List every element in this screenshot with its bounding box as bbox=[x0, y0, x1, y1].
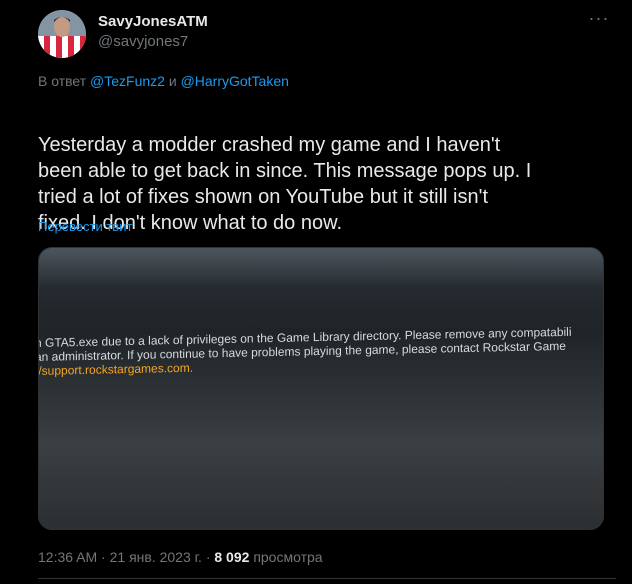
reply-mention-2[interactable]: @HarryGotTaken bbox=[181, 73, 289, 89]
reply-context: В ответ @TezFunz2 и @HarryGotTaken bbox=[38, 73, 289, 89]
tweet-meta: 12:36 AM · 21 янв. 2023 г. · 8 092 просм… bbox=[38, 549, 323, 565]
translate-tweet-link[interactable]: Перевести твит bbox=[38, 219, 132, 234]
reply-prefix: В ответ bbox=[38, 73, 87, 89]
author-display-name[interactable]: SavyJonesATM bbox=[98, 12, 208, 32]
more-options-button[interactable]: ··· bbox=[582, 8, 616, 34]
views-count: 8 092 bbox=[214, 549, 250, 565]
author-names: SavyJonesATM @savyjones7 bbox=[98, 12, 208, 52]
tweet-date[interactable]: 21 янв. 2023 г. bbox=[110, 549, 202, 565]
avatar-image bbox=[38, 10, 86, 58]
reply-conjunction: и bbox=[168, 73, 177, 89]
tweet-header: SavyJonesATM @savyjones7 ··· bbox=[38, 8, 616, 60]
views-label: просмотра bbox=[253, 549, 323, 565]
avatar[interactable] bbox=[38, 10, 86, 58]
tweet: SavyJonesATM @savyjones7 ··· В ответ @Te… bbox=[0, 0, 632, 584]
tweet-time[interactable]: 12:36 AM bbox=[38, 549, 97, 565]
divider bbox=[38, 578, 616, 579]
reply-mention-1[interactable]: @TezFunz2 bbox=[90, 73, 165, 89]
author-handle[interactable]: @savyjones7 bbox=[98, 32, 208, 52]
meta-separator: · bbox=[101, 549, 106, 565]
tweet-media-image[interactable]: n GTA5.exe due to a lack of privileges o… bbox=[38, 247, 604, 530]
media-error-message: n GTA5.exe due to a lack of privileges o… bbox=[39, 323, 603, 378]
meta-separator-2: · bbox=[205, 549, 211, 565]
more-horizontal-icon: ··· bbox=[588, 8, 610, 28]
